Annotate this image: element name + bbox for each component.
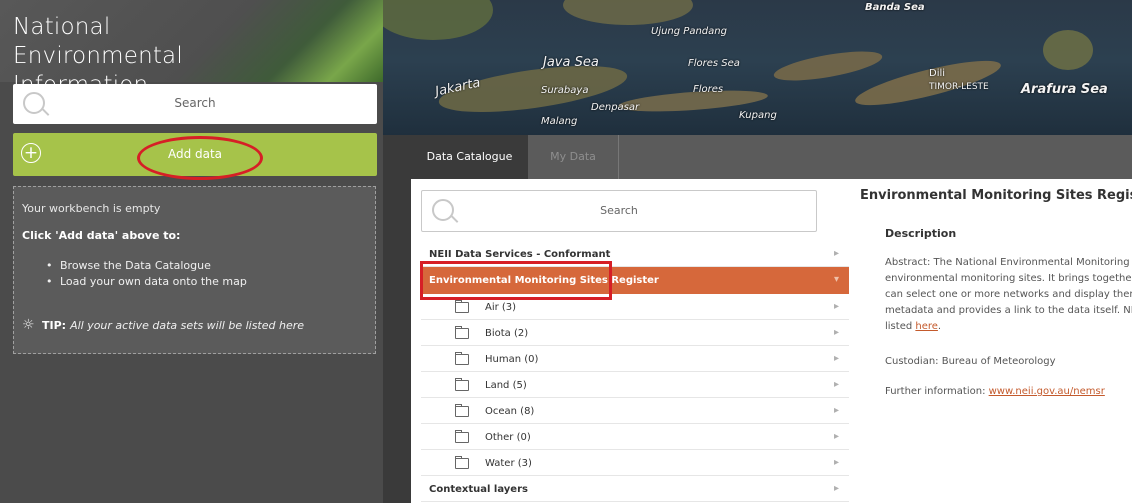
catalogue-item-label: Environmental Monitoring Sites Register <box>429 275 659 286</box>
custodian-text: Custodian: Bureau of Meteorology <box>885 356 1056 367</box>
folder-icon <box>455 456 469 469</box>
workbench-bullet: Browse the Data Catalogue <box>46 259 247 275</box>
further-info: Further information: www.neii.gov.au/nem… <box>885 386 1105 397</box>
abstract-line: listed here. <box>885 319 1132 335</box>
dataset-title: Environmental Monitoring Sites Register <box>860 188 1132 203</box>
map-label: Surabaya <box>541 85 589 96</box>
folder-icon <box>455 404 469 417</box>
add-data-button[interactable]: + Add data <box>13 133 377 176</box>
catalogue-search-input[interactable]: Search <box>421 190 817 232</box>
catalogue-group-emsr[interactable]: Environmental Monitoring Sites Register … <box>421 267 849 294</box>
catalogue-folder-other[interactable]: Other (0) ▸ <box>421 424 849 450</box>
abstract-line: Abstract: The National Environmental Mon… <box>885 257 1132 268</box>
tab-bar: Data Catalogue My Data <box>411 135 1132 179</box>
abstract-line: can select one or more networks and disp… <box>885 289 1132 300</box>
map-label: Ujung Pandang <box>651 26 727 37</box>
chevron-right-icon: ▸ <box>833 301 839 312</box>
chevron-right-icon: ▸ <box>833 431 839 442</box>
abstract-line-suffix: . <box>937 321 942 332</box>
catalogue-item-label: Biota (2) <box>485 328 529 339</box>
tip-label: TIP: <box>42 319 67 332</box>
workbench-panel: Your workbench is empty Click 'Add data'… <box>13 186 376 354</box>
map-label: Denpasar <box>591 102 640 113</box>
folder-icon <box>455 300 469 313</box>
lightbulb-icon: ☼ <box>22 317 35 333</box>
abstract-text: Abstract: The National Environmental Mon… <box>885 255 1132 335</box>
map-label: TIMOR-LESTE <box>929 82 989 92</box>
catalogue-item-label: Other (0) <box>485 432 531 443</box>
catalogue-folder-ocean[interactable]: Ocean (8) ▸ <box>421 398 849 424</box>
catalogue-item-label: Ocean (8) <box>485 406 535 417</box>
workbench-instruction: Click 'Add data' above to: <box>22 229 181 242</box>
map-label: Java Sea <box>543 55 599 70</box>
folder-icon <box>455 326 469 339</box>
workbench-tip: ☼ TIP: All your active data sets will be l… <box>22 317 304 333</box>
catalogue-folder-human[interactable]: Human (0) ▸ <box>421 346 849 372</box>
catalogue-item-label: Water (3) <box>485 458 532 469</box>
sidebar: National Environmental Information Infra… <box>0 0 383 503</box>
description-heading: Description <box>885 227 957 240</box>
workbench-bullet: Load your own data onto the map <box>46 275 247 291</box>
tab-my-data[interactable]: My Data <box>528 135 619 179</box>
catalogue-folder-water[interactable]: Water (3) ▸ <box>421 450 849 476</box>
chevron-right-icon: ▸ <box>833 457 839 468</box>
catalogue-tree: NEII Data Services - Conformant ▸ Enviro… <box>421 241 849 502</box>
abstract-line: metadata and provides a link to the data… <box>885 305 1132 316</box>
catalogue-group-neii[interactable]: NEII Data Services - Conformant ▸ <box>421 241 849 267</box>
folder-icon <box>455 352 469 365</box>
sidebar-search-input[interactable]: Search <box>13 84 377 124</box>
catalogue-group-contextual[interactable]: Contextual layers ▸ <box>421 476 849 502</box>
catalogue-item-label: Air (3) <box>485 302 517 313</box>
app-title-line1: National Environmental <box>13 14 183 69</box>
catalogue-search-placeholder: Search <box>600 204 638 217</box>
sidebar-search-placeholder: Search <box>174 96 216 110</box>
tab-data-catalogue[interactable]: Data Catalogue <box>411 135 528 179</box>
data-catalogue-panel: Data Catalogue My Data Search NEII Data … <box>411 135 1132 503</box>
folder-icon <box>455 378 469 391</box>
add-data-label: Add data <box>167 147 223 161</box>
catalogue-folder-biota[interactable]: Biota (2) ▸ <box>421 320 849 346</box>
further-info-prefix: Further information: <box>885 386 989 397</box>
map-label: Banda Sea <box>865 2 925 13</box>
catalogue-item-label: Human (0) <box>485 354 539 365</box>
further-info-link[interactable]: www.neii.gov.au/nemsr <box>989 386 1105 397</box>
catalogue-folder-air[interactable]: Air (3) ▸ <box>421 294 849 320</box>
map-label: Flores <box>693 84 724 95</box>
chevron-right-icon: ▸ <box>833 483 839 494</box>
catalogue-item-label: NEII Data Services - Conformant <box>429 249 611 260</box>
map-label: Malang <box>541 116 578 127</box>
chevron-right-icon: ▸ <box>833 327 839 338</box>
landmass <box>771 45 885 87</box>
catalogue-item-label: Land (5) <box>485 380 527 391</box>
map-label: Kupang <box>739 110 777 121</box>
abstract-line-prefix: listed <box>885 321 916 332</box>
catalogue-folder-land[interactable]: Land (5) ▸ <box>421 372 849 398</box>
landmass <box>383 0 493 40</box>
map-view[interactable]: Banda Sea Ujung Pandang Flores Sea Java … <box>383 0 1132 135</box>
chevron-down-icon: ▾ <box>833 274 839 285</box>
here-link[interactable]: here <box>915 321 938 332</box>
chevron-right-icon: ▸ <box>833 353 839 364</box>
workbench-bullet-list: Browse the Data Catalogue Load your own … <box>46 259 247 291</box>
landmass <box>563 0 693 25</box>
map-label: Arafura Sea <box>1021 82 1108 97</box>
catalogue-item-label: Contextual layers <box>429 484 528 495</box>
chevron-right-icon: ▸ <box>833 248 839 259</box>
map-label: Flores Sea <box>688 58 740 69</box>
abstract-line: environmental monitoring sites. It bring… <box>885 273 1132 284</box>
landmass <box>1043 30 1093 70</box>
chevron-right-icon: ▸ <box>833 405 839 416</box>
dataset-details: Environmental Monitoring Sites Register … <box>860 183 1132 503</box>
tip-text: All your active data sets will be listed… <box>70 319 305 332</box>
workbench-empty-text: Your workbench is empty <box>22 202 161 215</box>
map-label: Dili <box>929 68 946 79</box>
folder-icon <box>455 430 469 443</box>
app-header: National Environmental Information Infra… <box>0 0 383 127</box>
chevron-right-icon: ▸ <box>833 379 839 390</box>
